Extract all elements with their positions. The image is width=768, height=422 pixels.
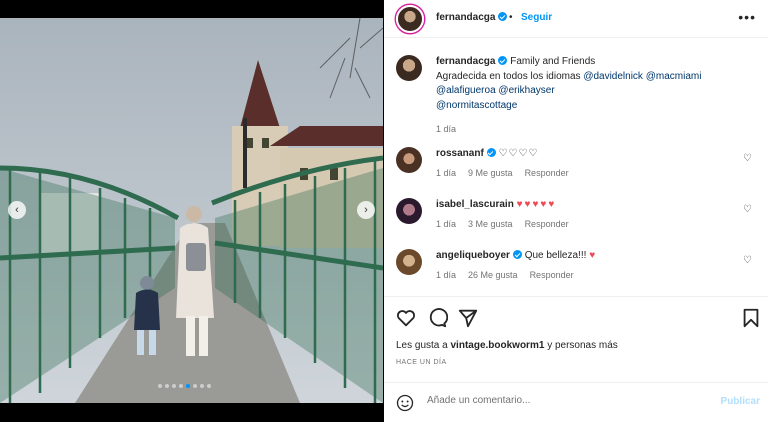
comment-time: 1 día — [436, 167, 457, 178]
author-username-text[interactable]: fernandacga — [436, 12, 495, 23]
chevron-right-icon: › — [364, 204, 368, 216]
comment-like-count[interactable]: 9 Me gusta — [468, 168, 513, 178]
bridge-scene-image — [0, 18, 383, 403]
author-avatar[interactable] — [396, 5, 424, 33]
carousel-dot — [207, 384, 211, 388]
more-options-icon[interactable]: ••• — [738, 9, 756, 25]
comment-text: ♡♡♡♡ — [498, 148, 539, 159]
likes-summary[interactable]: Les gusta a vintage.bookworm1 y personas… — [396, 340, 618, 351]
mention-link[interactable]: @macmiami — [646, 71, 702, 82]
separator: • — [509, 12, 513, 23]
emoji-smiley-icon[interactable] — [396, 394, 414, 412]
follow-button[interactable]: Seguir — [521, 12, 552, 23]
verified-badge-icon — [498, 12, 508, 21]
like-comment-heart-icon[interactable]: ♡ — [743, 255, 752, 266]
comment-bubble-icon[interactable] — [426, 307, 448, 329]
carousel-dot — [179, 384, 183, 388]
reply-button[interactable]: Responder — [530, 270, 574, 280]
commenter-username[interactable]: angeliqueboyer — [436, 250, 510, 261]
reply-button[interactable]: Responder — [525, 219, 569, 229]
previous-slide-button[interactable]: ‹ — [8, 201, 26, 219]
commenter-avatar[interactable] — [396, 198, 422, 224]
comment-like-count[interactable]: 26 Me gusta — [468, 270, 518, 280]
comment-text: Que belleza!!! — [524, 250, 587, 261]
commenter-avatar[interactable] — [396, 249, 422, 275]
post-photo: ‹ › — [0, 18, 383, 403]
caption-username[interactable]: fernandacga — [436, 56, 495, 67]
post-header: fernandacga • Seguir ••• — [384, 0, 768, 38]
verified-badge-icon — [498, 56, 508, 65]
instagram-post-modal: ‹ › fernandacga • Seguir ••• fernandacga… — [0, 0, 768, 422]
comment-text: ♥♥♥♥♥ — [516, 199, 557, 210]
comment-time: 1 día — [436, 218, 457, 229]
add-comment-bar: Publicar — [384, 382, 768, 422]
carousel-dot — [172, 384, 176, 388]
carousel-indicator — [158, 384, 211, 388]
carousel-dot — [158, 384, 162, 388]
like-comment-heart-icon[interactable]: ♡ — [743, 153, 752, 164]
chevron-left-icon: ‹ — [15, 204, 19, 216]
commenter-avatar[interactable] — [396, 147, 422, 173]
comment-like-count[interactable]: 3 Me gusta — [468, 219, 513, 229]
publish-comment-button[interactable]: Publicar — [721, 396, 760, 407]
post-actions: Les gusta a vintage.bookworm1 y personas… — [384, 296, 768, 386]
comment-input[interactable] — [427, 395, 687, 406]
caption-title: Family and Friends — [510, 56, 596, 67]
caption-time: 1 día — [436, 124, 457, 134]
next-slide-button[interactable]: › — [357, 201, 375, 219]
mention-link[interactable]: @erikhayser — [498, 85, 554, 96]
verified-badge-icon — [486, 148, 496, 157]
reply-button[interactable]: Responder — [525, 168, 569, 178]
carousel-dot — [193, 384, 197, 388]
share-send-icon[interactable] — [457, 307, 479, 329]
mention-link[interactable]: @alafigueroa — [436, 85, 496, 96]
mention-link[interactable]: @davidelnick — [583, 71, 643, 82]
post-date[interactable]: HACE UN DÍA — [396, 359, 447, 366]
likes-suffix[interactable]: y personas más — [547, 340, 618, 351]
like-heart-icon[interactable] — [395, 307, 417, 329]
carousel-dot — [165, 384, 169, 388]
verified-badge-icon — [512, 250, 522, 259]
carousel-dot — [200, 384, 204, 388]
commenter-username[interactable]: rossananf — [436, 148, 484, 159]
save-bookmark-icon[interactable] — [740, 307, 762, 329]
carousel-dot — [186, 384, 190, 388]
commenter-username[interactable]: isabel_lascurain — [436, 199, 514, 210]
mention-link[interactable]: @normitascottage — [436, 100, 517, 111]
heart-emoji: ♥ — [589, 250, 596, 261]
likes-prefix: Les gusta a — [396, 340, 448, 351]
author-username[interactable]: fernandacga — [436, 12, 508, 23]
like-comment-heart-icon[interactable]: ♡ — [743, 204, 752, 215]
likes-user[interactable]: vintage.bookworm1 — [451, 340, 545, 351]
comment-time: 1 día — [436, 269, 457, 280]
caption-text: Agradecida en todos los idiomas — [436, 70, 581, 82]
caption-avatar[interactable] — [396, 55, 422, 81]
post-side-panel: fernandacga • Seguir ••• fernandacga Fam… — [384, 0, 768, 422]
